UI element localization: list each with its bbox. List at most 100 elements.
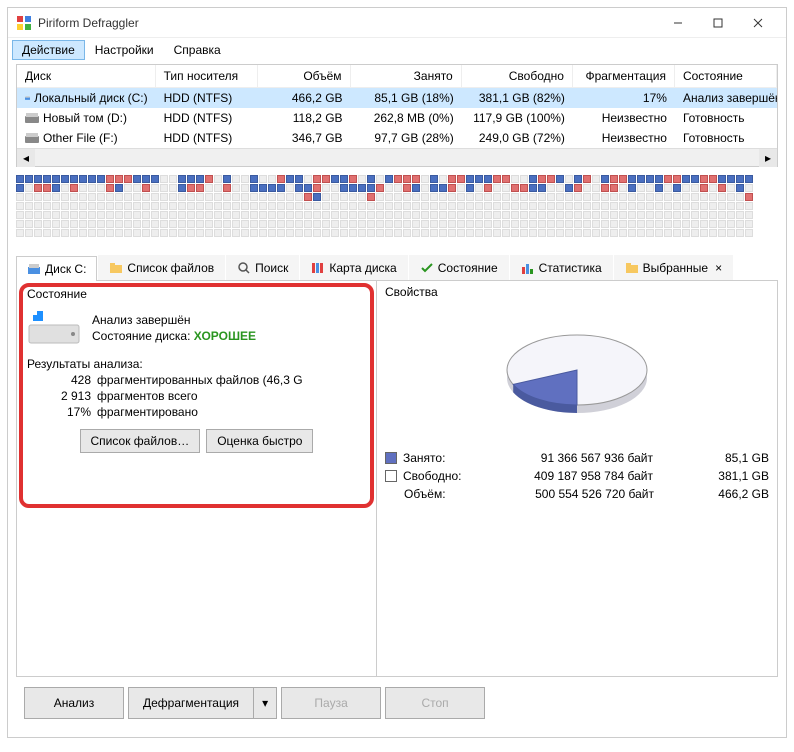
- map-cell[interactable]: [313, 175, 321, 183]
- map-cell[interactable]: [655, 184, 663, 192]
- map-cell[interactable]: [574, 193, 582, 201]
- map-cell[interactable]: [322, 175, 330, 183]
- map-cell[interactable]: [277, 202, 285, 210]
- map-cell[interactable]: [115, 193, 123, 201]
- map-cell[interactable]: [736, 175, 744, 183]
- map-cell[interactable]: [565, 193, 573, 201]
- maximize-button[interactable]: [698, 9, 738, 37]
- map-cell[interactable]: [385, 220, 393, 228]
- map-cell[interactable]: [538, 193, 546, 201]
- map-cell[interactable]: [142, 211, 150, 219]
- map-cell[interactable]: [457, 211, 465, 219]
- tab-stats[interactable]: Статистика: [510, 255, 613, 280]
- map-cell[interactable]: [646, 220, 654, 228]
- map-cell[interactable]: [34, 193, 42, 201]
- map-cell[interactable]: [367, 202, 375, 210]
- map-cell[interactable]: [448, 184, 456, 192]
- map-cell[interactable]: [682, 193, 690, 201]
- map-cell[interactable]: [412, 175, 420, 183]
- map-cell[interactable]: [673, 175, 681, 183]
- map-cell[interactable]: [295, 184, 303, 192]
- map-cell[interactable]: [277, 184, 285, 192]
- map-cell[interactable]: [61, 175, 69, 183]
- map-cell[interactable]: [214, 220, 222, 228]
- map-cell[interactable]: [277, 211, 285, 219]
- map-cell[interactable]: [745, 229, 753, 237]
- map-cell[interactable]: [358, 202, 366, 210]
- map-cell[interactable]: [682, 184, 690, 192]
- map-cell[interactable]: [502, 184, 510, 192]
- map-cell[interactable]: [340, 193, 348, 201]
- map-cell[interactable]: [583, 202, 591, 210]
- map-cell[interactable]: [196, 229, 204, 237]
- map-cell[interactable]: [628, 220, 636, 228]
- map-cell[interactable]: [331, 220, 339, 228]
- map-cell[interactable]: [313, 220, 321, 228]
- map-cell[interactable]: [250, 193, 258, 201]
- map-cell[interactable]: [637, 211, 645, 219]
- map-cell[interactable]: [718, 202, 726, 210]
- map-cell[interactable]: [97, 229, 105, 237]
- map-cell[interactable]: [259, 193, 267, 201]
- map-cell[interactable]: [376, 193, 384, 201]
- map-cell[interactable]: [565, 184, 573, 192]
- map-cell[interactable]: [565, 229, 573, 237]
- map-cell[interactable]: [268, 229, 276, 237]
- map-cell[interactable]: [16, 229, 24, 237]
- map-cell[interactable]: [601, 184, 609, 192]
- map-cell[interactable]: [241, 229, 249, 237]
- map-cell[interactable]: [655, 211, 663, 219]
- map-cell[interactable]: [232, 202, 240, 210]
- map-cell[interactable]: [736, 211, 744, 219]
- map-cell[interactable]: [259, 175, 267, 183]
- map-cell[interactable]: [286, 202, 294, 210]
- map-cell[interactable]: [70, 175, 78, 183]
- map-cell[interactable]: [709, 202, 717, 210]
- map-cell[interactable]: [70, 193, 78, 201]
- map-cell[interactable]: [295, 211, 303, 219]
- map-cell[interactable]: [412, 220, 420, 228]
- minimize-button[interactable]: [658, 9, 698, 37]
- map-cell[interactable]: [223, 211, 231, 219]
- map-cell[interactable]: [187, 211, 195, 219]
- map-cell[interactable]: [79, 175, 87, 183]
- map-cell[interactable]: [574, 211, 582, 219]
- col-free[interactable]: Свободно: [462, 65, 573, 87]
- map-cell[interactable]: [376, 175, 384, 183]
- map-cell[interactable]: [349, 220, 357, 228]
- map-cell[interactable]: [250, 202, 258, 210]
- map-cell[interactable]: [115, 211, 123, 219]
- map-cell[interactable]: [43, 229, 51, 237]
- map-cell[interactable]: [412, 211, 420, 219]
- map-cell[interactable]: [430, 175, 438, 183]
- map-cell[interactable]: [673, 211, 681, 219]
- map-cell[interactable]: [709, 193, 717, 201]
- map-cell[interactable]: [106, 220, 114, 228]
- map-cell[interactable]: [673, 184, 681, 192]
- map-cell[interactable]: [610, 184, 618, 192]
- map-cell[interactable]: [259, 211, 267, 219]
- map-cell[interactable]: [475, 175, 483, 183]
- map-cell[interactable]: [169, 220, 177, 228]
- map-cell[interactable]: [457, 175, 465, 183]
- map-cell[interactable]: [187, 193, 195, 201]
- map-cell[interactable]: [304, 184, 312, 192]
- map-cell[interactable]: [223, 193, 231, 201]
- map-cell[interactable]: [619, 175, 627, 183]
- map-cell[interactable]: [673, 202, 681, 210]
- drive-map[interactable]: [16, 175, 778, 245]
- map-cell[interactable]: [646, 211, 654, 219]
- map-cell[interactable]: [142, 202, 150, 210]
- map-cell[interactable]: [70, 202, 78, 210]
- map-cell[interactable]: [313, 193, 321, 201]
- map-cell[interactable]: [727, 175, 735, 183]
- map-cell[interactable]: [655, 193, 663, 201]
- map-cell[interactable]: [349, 202, 357, 210]
- map-cell[interactable]: [178, 184, 186, 192]
- close-button[interactable]: [738, 9, 778, 37]
- map-cell[interactable]: [637, 193, 645, 201]
- map-cell[interactable]: [421, 211, 429, 219]
- map-cell[interactable]: [88, 175, 96, 183]
- map-cell[interactable]: [196, 184, 204, 192]
- map-cell[interactable]: [394, 229, 402, 237]
